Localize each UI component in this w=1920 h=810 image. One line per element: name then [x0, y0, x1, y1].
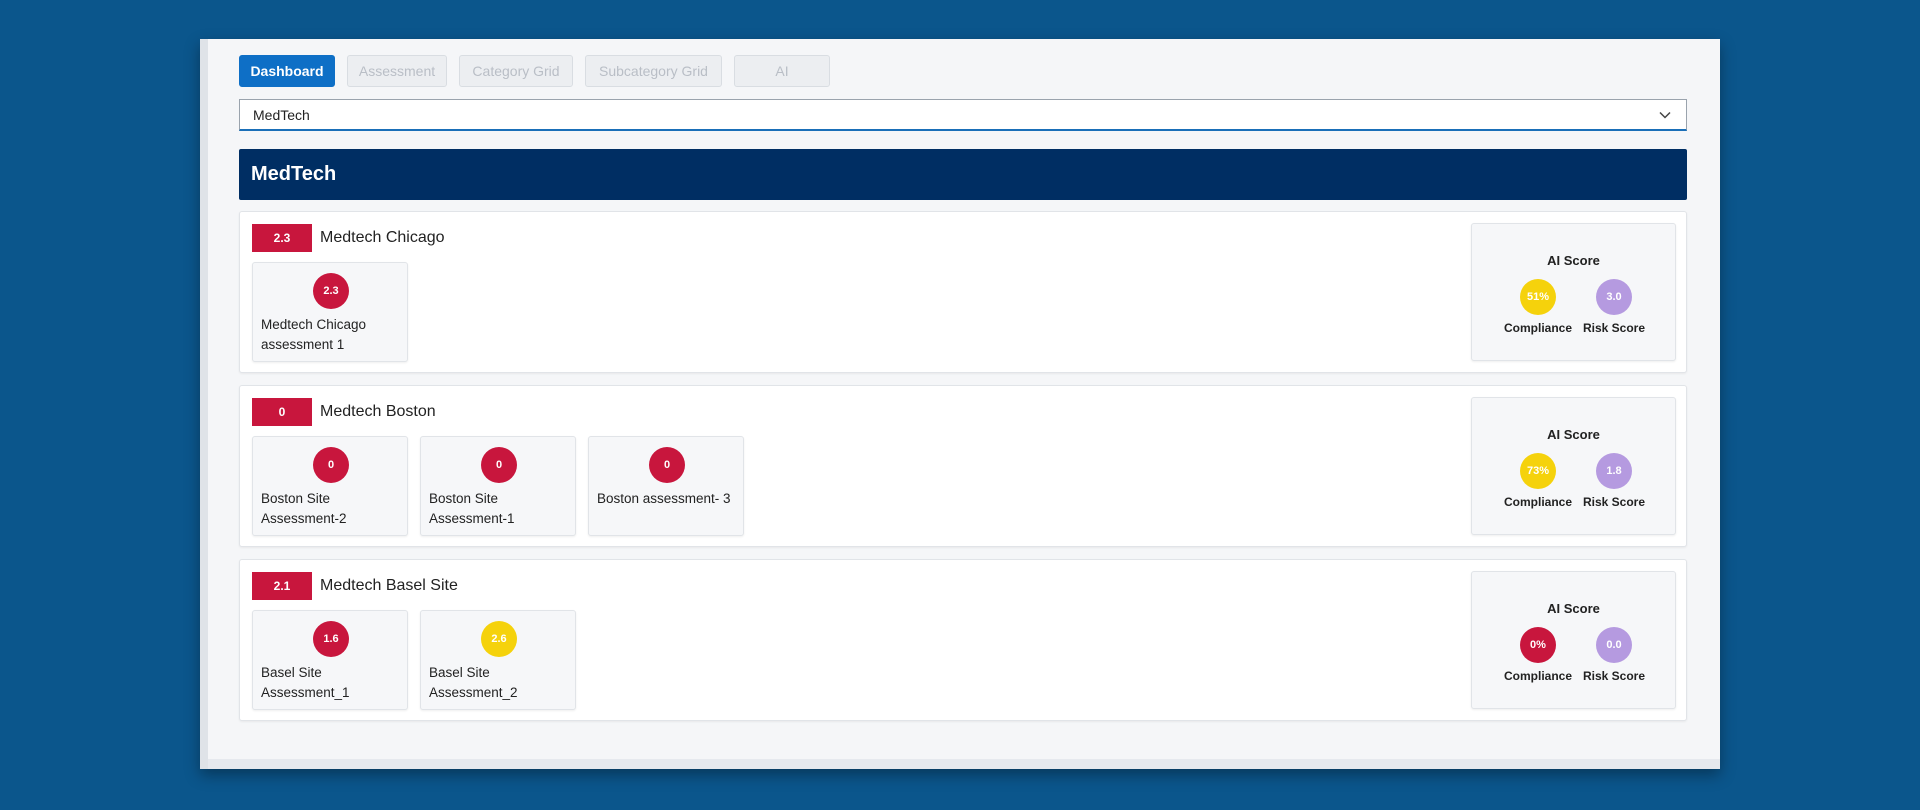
- risk-score-label: Risk Score: [1582, 495, 1646, 509]
- tab-subcategory-grid[interactable]: Subcategory Grid: [585, 55, 722, 87]
- compliance-label: Compliance: [1503, 321, 1572, 335]
- ai-score-box: AI Score 51% 3.0 Compliance Risk Score: [1471, 223, 1676, 361]
- assessment-card[interactable]: 1.6 Basel Site Assessment_1: [252, 610, 408, 710]
- assessment-label: Boston Site Assessment-2: [261, 491, 347, 526]
- ai-score-box: AI Score 73% 1.8 Compliance Risk Score: [1471, 397, 1676, 535]
- assessment-card[interactable]: 0 Boston assessment- 3: [588, 436, 744, 536]
- assessment-cards: 2.3 Medtech Chicago assessment 1: [252, 262, 408, 362]
- compliance-label: Compliance: [1503, 495, 1572, 509]
- site-panel-basel: 2.1 Medtech Basel Site 1.6 Basel Site As…: [239, 559, 1687, 721]
- compliance-circle: 51%: [1520, 279, 1556, 315]
- compliance-circle: 73%: [1520, 453, 1556, 489]
- site-name[interactable]: Medtech Basel Site: [320, 577, 458, 595]
- assessment-label: Basel Site Assessment_1: [261, 665, 350, 700]
- site-score-badge: 2.1: [252, 572, 312, 600]
- site-name[interactable]: Medtech Boston: [320, 403, 436, 421]
- app-window: Dashboard Assessment Category Grid Subca…: [200, 39, 1720, 769]
- site-header: 2.3 Medtech Chicago: [252, 224, 445, 252]
- site-header: 0 Medtech Boston: [252, 398, 436, 426]
- assessment-card[interactable]: 2.6 Basel Site Assessment_2: [420, 610, 576, 710]
- assessment-cards: 0 Boston Site Assessment-2 0 Boston Site…: [252, 436, 744, 536]
- assessment-card[interactable]: 2.3 Medtech Chicago assessment 1: [252, 262, 408, 362]
- tab-assessment[interactable]: Assessment: [347, 55, 447, 87]
- ai-score-title: AI Score: [1547, 601, 1600, 616]
- chevron-down-icon: [1659, 111, 1671, 119]
- risk-score-label: Risk Score: [1582, 669, 1646, 683]
- assessment-score-circle: 2.6: [481, 621, 517, 657]
- site-panel-chicago: 2.3 Medtech Chicago 2.3 Medtech Chicago …: [239, 211, 1687, 373]
- company-banner: MedTech: [239, 149, 1687, 200]
- compliance-circle: 0%: [1520, 627, 1556, 663]
- assessment-label: Medtech Chicago assessment 1: [261, 317, 367, 352]
- ai-score-box: AI Score 0% 0.0 Compliance Risk Score: [1471, 571, 1676, 709]
- assessment-cards: 1.6 Basel Site Assessment_1 2.6 Basel Si…: [252, 610, 576, 710]
- risk-score-circle: 1.8: [1596, 453, 1632, 489]
- tab-bar: Dashboard Assessment Category Grid Subca…: [239, 55, 830, 87]
- assessment-card[interactable]: 0 Boston Site Assessment-2: [252, 436, 408, 536]
- assessment-label: Boston assessment- 3: [597, 491, 731, 506]
- assessment-score-circle: 1.6: [313, 621, 349, 657]
- risk-score-circle: 0.0: [1596, 627, 1632, 663]
- site-score-badge: 2.3: [252, 224, 312, 252]
- risk-score-circle: 3.0: [1596, 279, 1632, 315]
- ai-score-title: AI Score: [1547, 253, 1600, 268]
- assessment-score-circle: 2.3: [313, 273, 349, 309]
- company-select[interactable]: MedTech: [239, 99, 1687, 131]
- compliance-label: Compliance: [1503, 669, 1572, 683]
- site-score-badge: 0: [252, 398, 312, 426]
- tab-ai[interactable]: AI: [734, 55, 830, 87]
- ai-score-title: AI Score: [1547, 427, 1600, 442]
- assessment-label: Boston Site Assessment-1: [429, 491, 515, 526]
- assessment-score-circle: 0: [649, 447, 685, 483]
- assessment-score-circle: 0: [481, 447, 517, 483]
- assessment-card[interactable]: 0 Boston Site Assessment-1: [420, 436, 576, 536]
- risk-score-label: Risk Score: [1582, 321, 1646, 335]
- site-panel-boston: 0 Medtech Boston 0 Boston Site Assessmen…: [239, 385, 1687, 547]
- tab-category-grid[interactable]: Category Grid: [459, 55, 573, 87]
- site-header: 2.1 Medtech Basel Site: [252, 572, 458, 600]
- site-name[interactable]: Medtech Chicago: [320, 229, 445, 247]
- company-select-value: MedTech: [253, 106, 310, 123]
- assessment-score-circle: 0: [313, 447, 349, 483]
- tab-dashboard[interactable]: Dashboard: [239, 55, 335, 87]
- assessment-label: Basel Site Assessment_2: [429, 665, 518, 700]
